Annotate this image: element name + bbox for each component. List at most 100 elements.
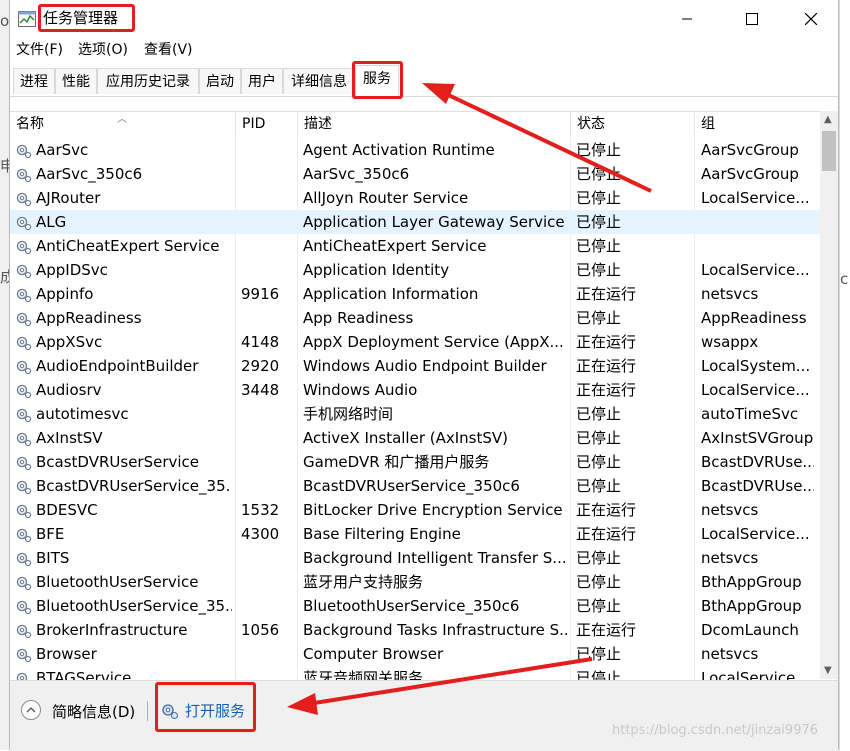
service-group: [701, 234, 814, 258]
table-row[interactable]: BDESVC 1532 BitLocker Drive Encryption Ser…: [10, 498, 820, 522]
minimize-button[interactable]: [664, 6, 710, 32]
scrollbar-thumb[interactable]: [822, 131, 836, 171]
tab-details[interactable]: 详细信息: [283, 68, 355, 94]
service-description: GameDVR 和广播用户服务: [303, 453, 490, 471]
service-gear-icon: [15, 502, 32, 519]
scroll-up-icon[interactable]: ▲: [824, 114, 832, 125]
service-status: 已停止: [576, 237, 622, 255]
service-group: BcastDVRUse...: [701, 477, 814, 495]
service-name: autotimesvc: [36, 405, 129, 423]
column-header-name[interactable]: 名称 ︿: [10, 112, 236, 136]
service-status: 已停止: [576, 405, 622, 423]
table-row[interactable]: AppReadiness App Readiness 已停止 AppReadiness: [10, 306, 820, 330]
table-row[interactable]: AxInstSV ActiveX Installer (AxInstSV) 已停止 A…: [10, 426, 820, 450]
table-row[interactable]: BrokerInfrastructure 1056 Background Tasks…: [10, 618, 820, 642]
table-row[interactable]: autotimesvc 手机网络时间 已停止 autoTimeSvc: [10, 402, 820, 426]
menu-view[interactable]: 查看(V): [144, 40, 193, 60]
table-row[interactable]: AppIDSvc Application Identity 已停止 LocalServ…: [10, 258, 820, 282]
service-description: Application Layer Gateway Service: [303, 213, 565, 231]
chevron-up-icon: [26, 707, 36, 713]
menu-file[interactable]: 文件(F): [16, 40, 63, 60]
service-group: netsvcs: [701, 501, 759, 519]
column-header-description[interactable]: 描述: [298, 112, 571, 136]
column-header-status[interactable]: 状态: [571, 112, 695, 136]
table-row[interactable]: AarSvc Agent Activation Runtime 已停止 AarSvcG…: [10, 138, 820, 162]
service-gear-icon: [15, 190, 32, 207]
table-row[interactable]: AudioEndpointBuilder 2920 Windows Audio En…: [10, 354, 820, 378]
service-group: netsvcs: [701, 549, 759, 567]
service-gear-icon: [15, 358, 32, 375]
service-pid: 4148: [241, 333, 280, 351]
close-button[interactable]: [788, 6, 834, 32]
table-row[interactable]: AJRouter AllJoyn Router Service 已停止 LocalSe…: [10, 186, 820, 210]
maximize-button[interactable]: [729, 6, 775, 32]
vertical-scrollbar[interactable]: ▲ ▼: [820, 111, 838, 679]
service-status: 已停止: [576, 453, 622, 471]
service-pid: [241, 450, 296, 474]
table-row[interactable]: BluetoothUserService 蓝牙用户支持服务 已停止 BthAppGro…: [10, 570, 820, 594]
tab-performance[interactable]: 性能: [55, 68, 97, 94]
service-pid: [241, 306, 296, 330]
table-row[interactable]: Browser Computer Browser 已停止 netsvcs: [10, 642, 820, 666]
service-gear-icon: [15, 598, 32, 615]
column-header-group[interactable]: 组: [695, 112, 820, 136]
tab-users[interactable]: 用户: [241, 68, 283, 94]
service-description: AarSvc_350c6: [303, 165, 410, 183]
service-status: 已停止: [576, 669, 622, 680]
table-row[interactable]: BITS Background Intelligent Transfer S...…: [10, 546, 820, 570]
service-gear-icon: [15, 670, 32, 680]
table-row[interactable]: BluetoothUserService_35... BluetoothUserS…: [10, 594, 820, 618]
service-description: BcastDVRUserService_350c6: [303, 477, 520, 495]
fewer-details-button[interactable]: [21, 700, 41, 720]
footer-separator: [147, 701, 148, 721]
service-status: 已停止: [576, 573, 622, 591]
maximize-icon: [746, 13, 758, 25]
service-status: 正在运行: [576, 525, 637, 543]
table-row[interactable]: AntiCheatExpert Service AntiCheatExpert S…: [10, 234, 820, 258]
table-row[interactable]: ALG Application Layer Gateway Service 已停止: [10, 210, 820, 234]
service-name: AppIDSvc: [36, 261, 108, 279]
table-row[interactable]: Appinfo 9916 Application Information 正在运行 ne…: [10, 282, 820, 306]
table-row[interactable]: AppXSvc 4148 AppX Deployment Service (AppX…: [10, 330, 820, 354]
table-row[interactable]: Audiosrv 3448 Windows Audio 正在运行 LocalServic…: [10, 378, 820, 402]
service-gear-icon: [15, 286, 32, 303]
tab-processes[interactable]: 进程: [13, 68, 55, 94]
column-header-pid[interactable]: PID: [236, 112, 298, 136]
service-pid: [241, 162, 296, 186]
service-status: 已停止: [576, 549, 622, 567]
background-window-edge-right: [839, 0, 850, 750]
table-row[interactable]: BFE 4300 Base Filtering Engine 正在运行 LocalSer…: [10, 522, 820, 546]
service-name: BrokerInfrastructure: [36, 621, 188, 639]
service-name: Browser: [36, 645, 97, 663]
service-gear-icon: [15, 622, 32, 639]
service-pid: [241, 186, 296, 210]
tab-bar: 进程 性能 应用历史记录 启动 用户 详细信息 服务: [10, 62, 838, 97]
service-description: Windows Audio: [303, 381, 418, 399]
tab-startup[interactable]: 启动: [199, 68, 241, 94]
service-group: [701, 210, 814, 234]
service-description: BitLocker Drive Encryption Service: [303, 501, 563, 519]
service-pid: 4300: [241, 525, 280, 543]
watermark: https://blog.csdn.net/jinzai9976: [612, 723, 819, 738]
table-row[interactable]: BTAGService 蓝牙音频网关服务 已停止 LocalService...: [10, 666, 820, 680]
table-row[interactable]: BcastDVRUserService GameDVR 和广播用户服务 已停止 Bca…: [10, 450, 820, 474]
service-pid: [241, 546, 296, 570]
service-pid: [241, 258, 296, 282]
service-group: LocalService...: [701, 525, 810, 543]
service-gear-icon: [15, 430, 32, 447]
service-name: AppXSvc: [36, 333, 103, 351]
table-row[interactable]: BcastDVRUserService_35... BcastDVRUserSer…: [10, 474, 820, 498]
service-pid: 3448: [241, 381, 280, 399]
tab-app-history[interactable]: 应用历史记录: [97, 68, 199, 94]
service-pid: 1056: [241, 621, 280, 639]
service-name: AxInstSV: [36, 429, 103, 447]
menu-options[interactable]: 选项(O): [78, 40, 128, 60]
service-description: 蓝牙用户支持服务: [303, 573, 424, 591]
scroll-down-icon[interactable]: ▼: [824, 665, 832, 676]
service-name: Audiosrv: [36, 381, 102, 399]
table-row[interactable]: AarSvc_350c6 AarSvc_350c6 已停止 AarSvcGroup: [10, 162, 820, 186]
minimize-icon: [682, 18, 692, 20]
fewer-details-link[interactable]: 简略信息(D): [52, 702, 135, 722]
service-name: AppReadiness: [36, 309, 142, 327]
service-description: AppX Deployment Service (AppX...: [303, 333, 564, 351]
